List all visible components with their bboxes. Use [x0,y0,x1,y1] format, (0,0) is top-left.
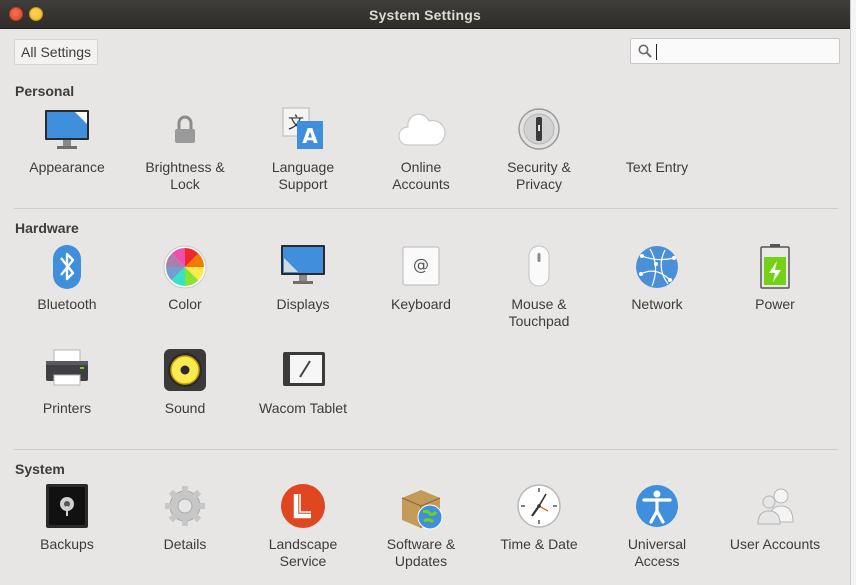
gear-icon [165,486,205,526]
item-label: Power [755,296,795,312]
users-icon [757,488,794,525]
settings-item-appearance[interactable]: Appearance [8,107,126,176]
item-label: Printers [42,400,92,416]
titlebar: System Settings [0,0,850,29]
settings-item-network[interactable]: Network [598,244,716,313]
settings-item-landscape-service[interactable]: Landscape Service [244,484,362,570]
window-title: System Settings [369,7,481,23]
settings-item-wacom-tablet[interactable]: Wacom Tablet [244,348,362,417]
item-label: Online Accounts [392,159,450,192]
settings-item-bluetooth[interactable]: Bluetooth [8,244,126,313]
settings-item-backups[interactable]: Backups [8,484,126,553]
settings-item-power[interactable]: Power [716,244,834,313]
item-label: Appearance [29,159,105,175]
speaker-icon [164,349,206,391]
item-label: User Accounts [729,536,821,552]
item-label: Text Entry [625,159,689,175]
printer-icon [46,349,88,386]
security-icon [518,108,560,150]
settings-item-sound[interactable]: Sound [126,348,244,417]
background-window-edge [850,0,856,585]
cloud-icon [398,113,446,146]
svg-text:A: A [302,124,318,148]
text-entry-icon [632,107,682,153]
item-label: Software & Updates [386,536,456,569]
settings-item-language-support[interactable]: 文 A Language Support [244,107,362,193]
settings-item-online-accounts[interactable]: Online Accounts [362,107,480,193]
clock-icon [517,484,561,528]
software-package-icon [401,490,443,530]
item-label: Wacom Tablet [259,400,347,416]
item-label: Landscape Service [268,536,338,569]
settings-item-keyboard[interactable]: @ Keyboard [362,244,480,313]
settings-item-details[interactable]: Details [126,484,244,553]
settings-item-security-privacy[interactable]: Security & Privacy [480,107,598,193]
settings-item-displays[interactable]: Displays [244,244,362,313]
settings-item-universal-access[interactable]: Universal Access [598,484,716,570]
item-label: Language Support [271,159,335,192]
settings-item-software-updates[interactable]: Software & Updates [362,484,480,570]
color-wheel-icon [163,245,207,289]
item-label: Displays [276,296,330,312]
settings-item-text-entry[interactable]: Text Entry [598,107,716,176]
tablet-icon [283,352,325,386]
item-label: Universal Access [627,536,687,569]
settings-item-mouse-touchpad[interactable]: Mouse & Touchpad [480,244,598,330]
search-input[interactable] [630,38,840,64]
item-label: Time & Date [500,536,578,552]
language-icon: 文 A [282,107,323,149]
system-settings-window: System Settings All Settings Personal Ap… [0,0,850,585]
battery-icon [760,244,790,289]
item-label: Sound [164,400,206,416]
settings-item-user-accounts[interactable]: User Accounts [716,484,834,553]
safe-icon [46,484,88,528]
item-label: Brightness & Lock [145,159,225,192]
section-title-system: System [15,461,65,477]
item-label: Keyboard [391,296,451,312]
section-divider [14,208,838,209]
item-label: Bluetooth [37,296,97,312]
item-label: Color [168,296,202,312]
lock-icon [175,115,195,143]
appearance-icon [45,110,89,149]
settings-item-time-date[interactable]: Time & Date [480,484,598,553]
mouse-icon [528,245,550,287]
section-title-personal: Personal [15,83,75,99]
section-title-hardware: Hardware [15,220,79,236]
network-globe-icon [636,246,678,288]
svg-text:@: @ [413,255,429,274]
item-label: Security & Privacy [507,159,571,192]
text-cursor [656,44,657,60]
section-divider [14,449,838,450]
item-label: Mouse & Touchpad [508,296,570,329]
bluetooth-icon [53,245,81,289]
keyboard-icon: @ [402,246,440,286]
item-label: Backups [40,536,94,552]
settings-item-printers[interactable]: Printers [8,348,126,417]
search-icon [638,44,652,58]
landscape-icon [281,484,325,528]
display-icon [281,245,325,284]
accessibility-icon [636,485,678,527]
all-settings-button[interactable]: All Settings [14,39,99,65]
settings-item-color[interactable]: Color [126,244,244,313]
item-label: Network [631,296,683,312]
item-label: Details [163,536,207,552]
settings-item-brightness-lock[interactable]: Brightness & Lock [126,107,244,193]
